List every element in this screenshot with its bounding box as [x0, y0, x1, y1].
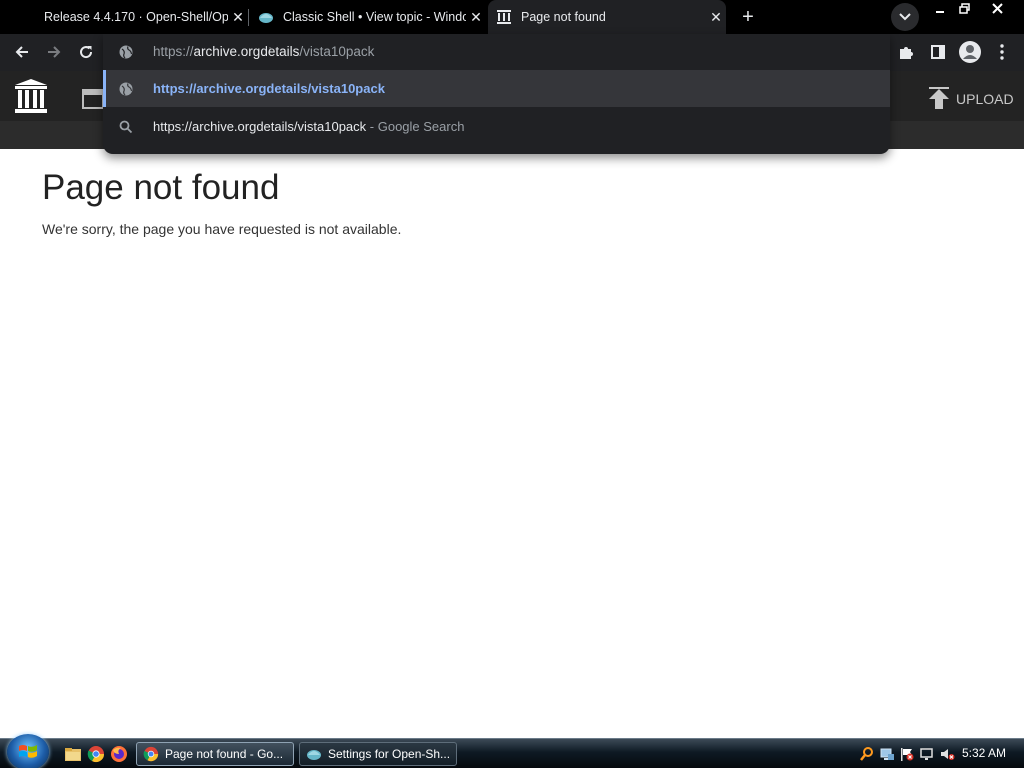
address-bar[interactable]: https://archive.orgdetails/vista10pack	[103, 34, 890, 70]
tab-title: Release 4.4.170 · Open-Shell/Open-Shell-…	[44, 10, 228, 24]
url-path-strong: details	[260, 44, 300, 59]
window-controls	[928, 0, 1018, 17]
puzzle-piece-icon	[900, 47, 913, 59]
web-archive-icon[interactable]	[82, 89, 104, 109]
menu-button[interactable]	[988, 38, 1016, 66]
upload-label: UPLOAD	[956, 91, 1014, 107]
taskbar-item-label: Settings for Open-Sh...	[328, 747, 451, 761]
page-title: Page not found	[42, 168, 280, 207]
close-tab-icon[interactable]: ✕	[466, 7, 486, 27]
close-tab-icon[interactable]: ✕	[228, 7, 248, 27]
archive-logo-icon[interactable]	[14, 79, 48, 115]
taskbar: Page not found - Go... Settings for Open…	[0, 734, 1024, 768]
tab-title: Classic Shell • View topic - Windows	[283, 10, 466, 24]
taskbar-item-open-shell-settings[interactable]: Settings for Open-Sh...	[299, 742, 457, 766]
suggestion-text: https://archive.orgdetails/vista10pack -…	[153, 119, 464, 134]
reload-icon	[80, 46, 93, 59]
windows-logo-icon	[19, 745, 37, 758]
volume-muted-icon[interactable]	[938, 745, 956, 763]
taskbar-item-chrome[interactable]: Page not found - Go...	[136, 742, 294, 766]
reload-button[interactable]	[72, 38, 100, 66]
globe-icon	[119, 45, 133, 59]
suggestion-item-url[interactable]: https://archive.orgdetails/vista10pack	[103, 70, 890, 107]
taskbar-clock[interactable]: 5:32 AM	[962, 746, 1006, 760]
side-panel-button[interactable]	[924, 38, 952, 66]
side-panel-icon	[931, 45, 945, 59]
suggestion-suffix: - Google Search	[366, 119, 465, 134]
close-window-button[interactable]	[976, 0, 1018, 17]
globe-icon	[119, 82, 133, 96]
suggestion-item-search[interactable]: https://archive.orgdetails/vista10pack -…	[103, 108, 890, 145]
tab-search-button[interactable]	[891, 3, 919, 31]
arrow-left-icon	[15, 46, 28, 58]
archive-favicon-icon	[496, 9, 512, 25]
page-message: We're sorry, the page you have requested…	[42, 221, 402, 237]
back-button[interactable]	[8, 38, 36, 66]
url-host: archive.org	[193, 44, 261, 59]
action-center-flag-icon[interactable]	[898, 745, 916, 763]
text-cursor-icon	[269, 47, 271, 53]
display-icon[interactable]	[918, 745, 936, 763]
forward-button[interactable]	[40, 38, 68, 66]
suggestion-text: https://archive.orgdetails/vista10pack	[153, 81, 385, 96]
tab-classic-shell[interactable]: Classic Shell • View topic - Windows ✕	[250, 0, 486, 34]
profile-avatar[interactable]	[956, 38, 984, 66]
tab-title: Page not found	[521, 10, 606, 24]
network-icon[interactable]	[878, 745, 896, 763]
taskbar-item-label: Page not found - Go...	[165, 747, 284, 761]
minimize-button[interactable]	[928, 0, 952, 17]
chrome-icon	[143, 746, 159, 762]
search-icon	[119, 120, 133, 134]
tab-page-not-found[interactable]: Page not found ✕	[488, 0, 726, 34]
chrome-icon[interactable]	[87, 745, 105, 763]
start-button[interactable]	[7, 734, 49, 768]
chevron-down-icon	[899, 13, 911, 21]
open-shell-icon	[307, 750, 321, 760]
classic-shell-favicon-icon	[258, 9, 274, 25]
url-path: /vista10pack	[299, 44, 375, 59]
address-text: https://archive.orgdetails/vista10pack	[153, 44, 374, 59]
restore-button[interactable]	[952, 0, 976, 17]
magnifier-icon[interactable]	[858, 745, 876, 763]
account-icon	[959, 41, 981, 63]
omnibox-dropdown: https://archive.orgdetails/vista10pack h…	[103, 34, 890, 154]
tab-strip: Release 4.4.170 · Open-Shell/Open-Shell-…	[0, 0, 1024, 34]
new-tab-button[interactable]: +	[736, 5, 760, 29]
folder-icon[interactable]	[64, 745, 82, 763]
arrow-right-icon	[48, 46, 61, 58]
close-tab-icon[interactable]: ✕	[706, 7, 726, 27]
tab-separator	[248, 9, 249, 26]
extensions-button[interactable]	[892, 38, 920, 66]
selection-indicator	[103, 70, 106, 107]
kebab-menu-icon	[1000, 44, 1004, 60]
firefox-icon[interactable]	[110, 745, 128, 763]
suggestion-query: https://archive.orgdetails/vista10pack	[153, 119, 367, 134]
upload-arrow-icon	[929, 87, 949, 109]
upload-link[interactable]: UPLOAD	[928, 87, 1014, 111]
tab-release-open-shell[interactable]: Release 4.4.170 · Open-Shell/Open-Shell-…	[28, 0, 248, 34]
url-scheme: https://	[153, 44, 194, 59]
